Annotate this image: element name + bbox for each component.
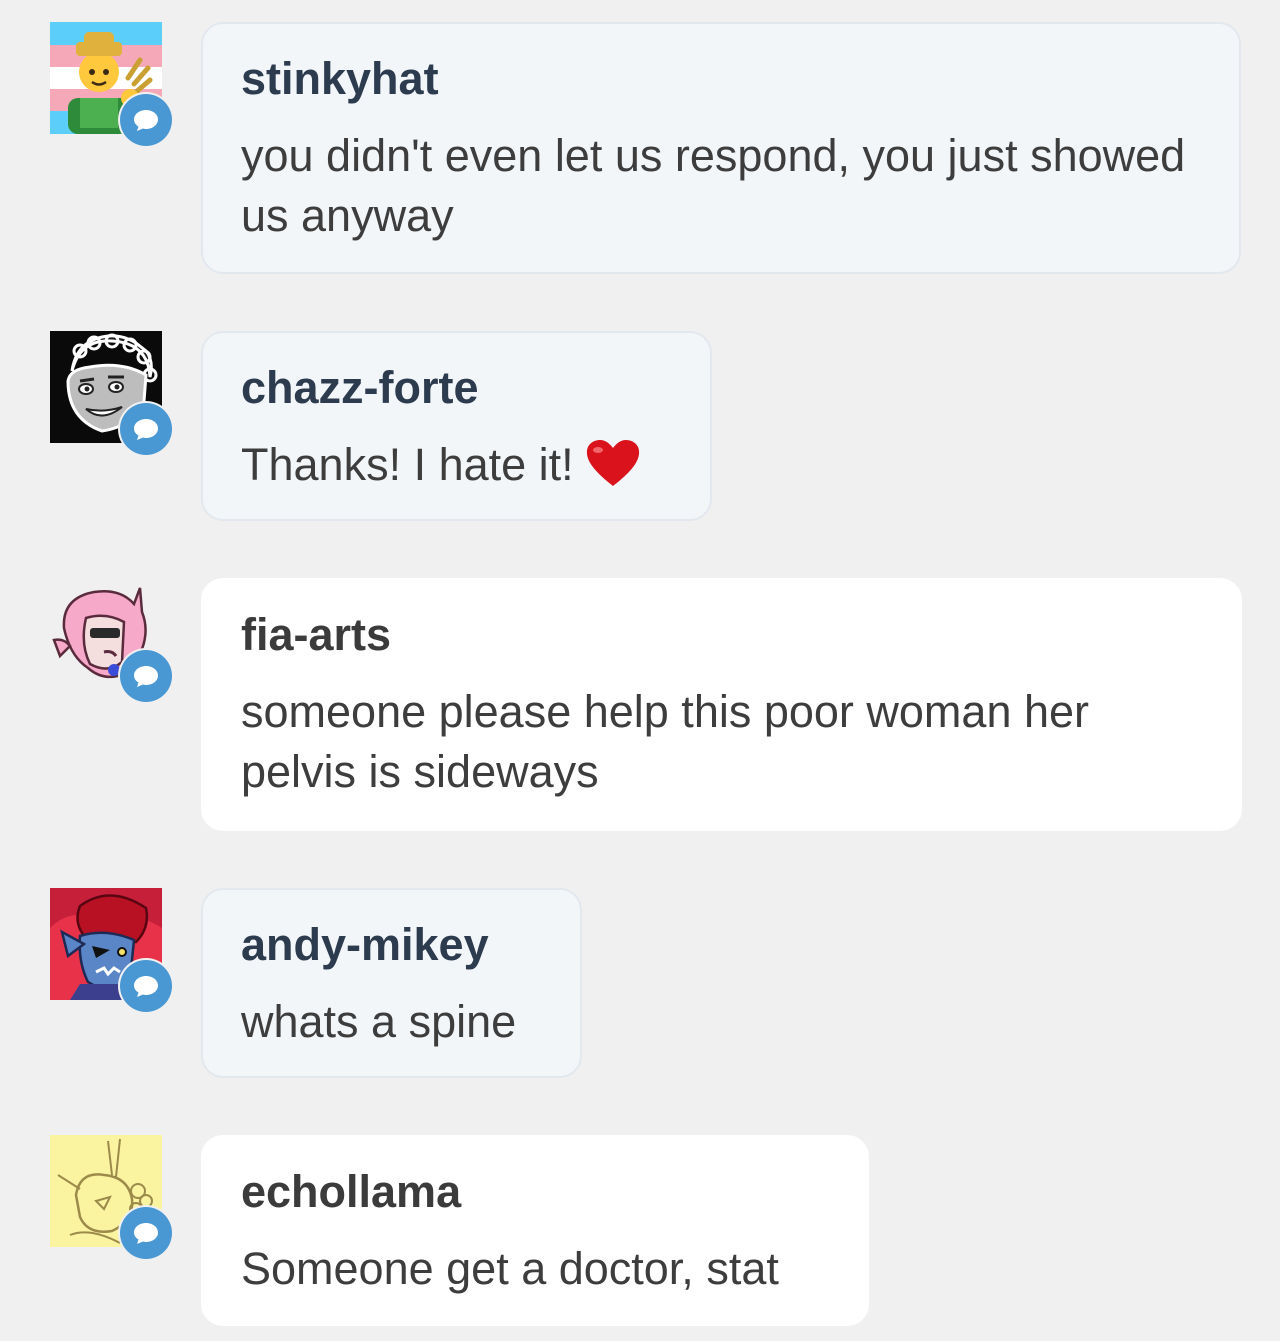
avatar-container[interactable] — [50, 578, 172, 702]
reply-bubble: chazz-forte Thanks! I hate it! — [201, 331, 712, 521]
reply-message-text: Thanks! I hate it! — [241, 439, 574, 490]
reply-bubble: echollama Someone get a doctor, stat — [201, 1135, 869, 1326]
reply-message: Thanks! I hate it! — [241, 435, 672, 503]
avatar-container[interactable] — [50, 22, 172, 146]
avatar-container[interactable] — [50, 331, 172, 455]
avatar-container[interactable] — [50, 1135, 172, 1259]
username-link[interactable]: stinkyhat — [241, 50, 1201, 108]
reply-message: you didn't even let us respond, you just… — [241, 130, 1186, 241]
username-link[interactable]: chazz-forte — [241, 359, 672, 417]
speech-bubble-icon — [120, 403, 172, 455]
speech-bubble-icon — [120, 960, 172, 1012]
speech-bubble-icon — [120, 1207, 172, 1259]
username-link[interactable]: echollama — [241, 1163, 829, 1221]
reply-bubble: andy-mikey whats a spine — [201, 888, 582, 1078]
username-link[interactable]: fia-arts — [241, 606, 1202, 664]
avatar-container[interactable] — [50, 888, 172, 1012]
reply-message: whats a spine — [241, 996, 517, 1047]
reply-thread: stinkyhat you didn't even let us respond… — [0, 0, 1280, 1341]
speech-bubble-icon — [120, 650, 172, 702]
reply-message: Someone get a doctor, stat — [241, 1243, 779, 1294]
reply-bubble: stinkyhat you didn't even let us respond… — [201, 22, 1241, 274]
reply-message: someone please help this poor woman her … — [241, 686, 1090, 797]
speech-bubble-icon — [120, 94, 172, 146]
reply-bubble: fia-arts someone please help this poor w… — [201, 578, 1242, 831]
username-link[interactable]: andy-mikey — [241, 916, 542, 974]
heart-icon — [584, 438, 642, 503]
